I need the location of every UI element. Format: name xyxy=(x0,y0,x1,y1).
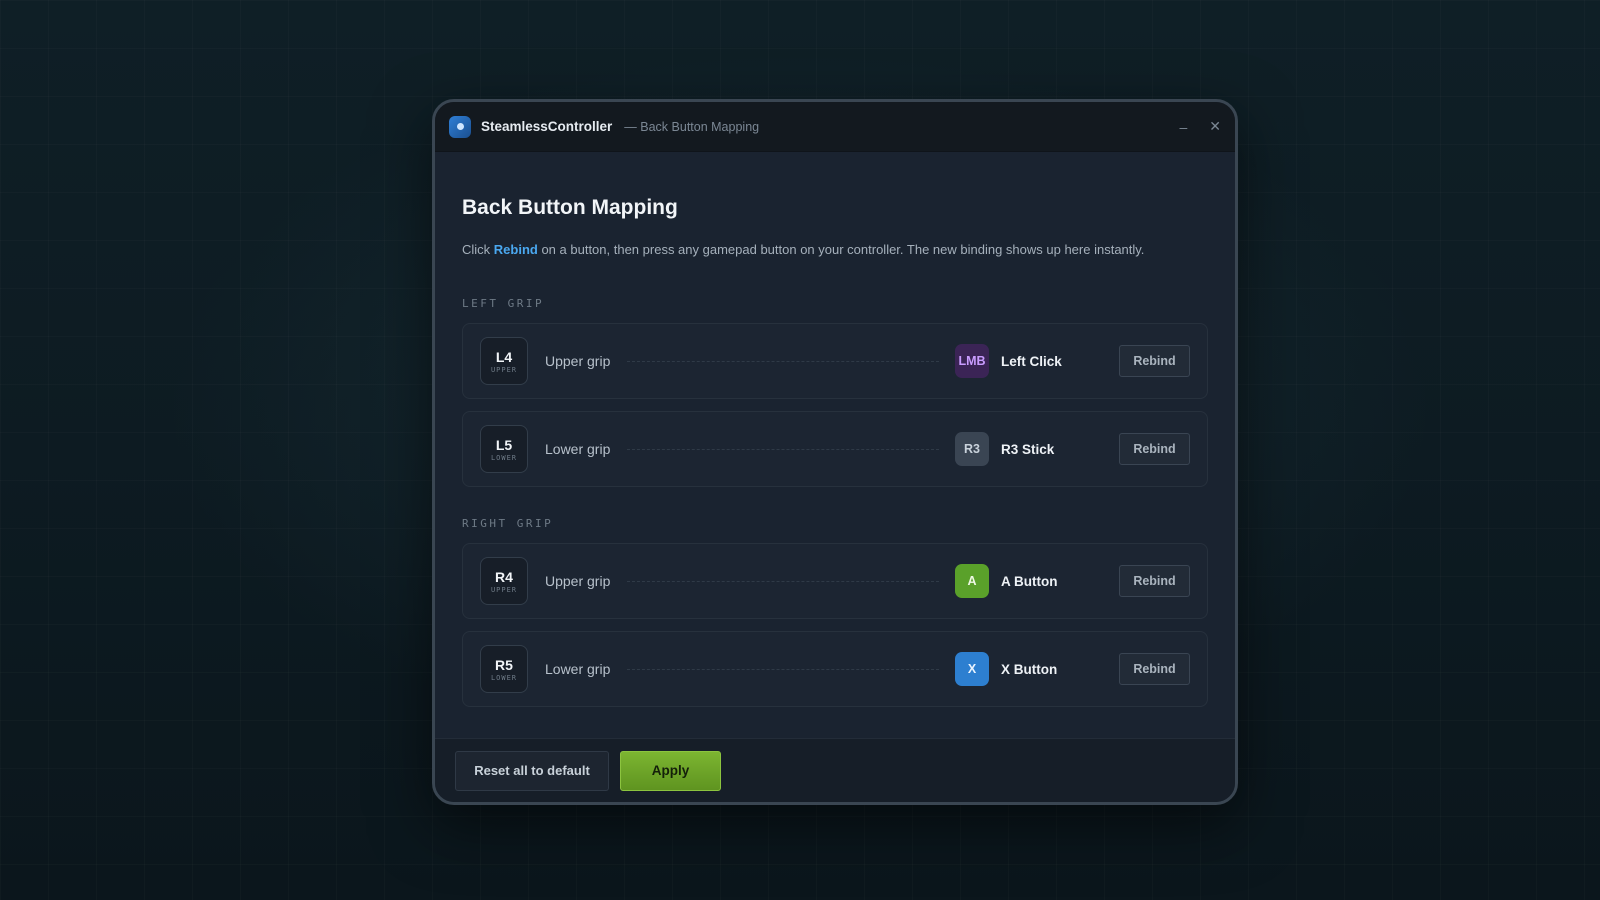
window-subtitle: — Back Button Mapping xyxy=(624,119,760,134)
key-badge: R4 UPPER xyxy=(480,557,528,605)
key-position: LOWER xyxy=(490,673,518,682)
app-window: SteamlessController — Back Button Mappin… xyxy=(432,99,1238,805)
page-title: Back Button Mapping xyxy=(462,196,678,219)
key-name: L5 xyxy=(495,436,513,453)
desc-highlight: Rebind xyxy=(493,242,538,257)
footer-bar: Reset all to default Apply xyxy=(435,738,1235,802)
rebind-button[interactable]: Rebind xyxy=(1119,653,1190,685)
binding-name: X Button xyxy=(1001,661,1058,677)
grip-label: Lower grip xyxy=(545,661,611,677)
dotted-leader xyxy=(627,580,939,582)
grip-label: Upper grip xyxy=(545,573,611,589)
page-description: Click Rebind on a button, then press any… xyxy=(462,242,1208,257)
reset-all-button[interactable]: Reset all to default xyxy=(455,750,609,791)
desc-suffix: on a button, then press any gamepad butt… xyxy=(537,242,1145,257)
window-controls: – ✕ xyxy=(1179,118,1221,135)
minimize-button[interactable]: – xyxy=(1179,119,1187,135)
app-name: SteamlessController xyxy=(481,119,613,134)
mapping-row-r5: R5 LOWER Lower grip X X Button Rebind xyxy=(462,631,1208,707)
binding-badge: R3 xyxy=(955,432,989,466)
mapping-row-l4: L4 UPPER Upper grip LMB Left Click Rebin… xyxy=(462,323,1208,399)
mapping-row-r4: R4 UPPER Upper grip A A Button Rebind xyxy=(462,543,1208,619)
rebind-button[interactable]: Rebind xyxy=(1119,565,1190,597)
mapping-row-l5: L5 LOWER Lower grip R3 R3 Stick Rebind xyxy=(462,411,1208,487)
title-bar: SteamlessController — Back Button Mappin… xyxy=(435,102,1235,152)
main-content: Back Button Mapping Click Rebind on a bu… xyxy=(435,152,1235,707)
desc-prefix: Click xyxy=(462,242,494,257)
section-label-right-grip: RIGHT GRIP xyxy=(462,517,554,530)
binding-badge: X xyxy=(955,652,989,686)
key-badge: R5 LOWER xyxy=(480,645,528,693)
apply-button[interactable]: Apply xyxy=(620,750,721,791)
key-name: R4 xyxy=(495,568,513,585)
app-logo-icon xyxy=(449,115,471,138)
key-name: R5 xyxy=(495,656,513,673)
binding-name: A Button xyxy=(1001,573,1058,589)
grip-label: Lower grip xyxy=(545,441,611,457)
key-badge: L5 LOWER xyxy=(480,425,528,473)
rebind-button[interactable]: Rebind xyxy=(1119,433,1190,465)
binding-badge: A xyxy=(955,564,989,598)
binding-badge: LMB xyxy=(955,344,989,378)
binding-name: Left Click xyxy=(1001,353,1062,369)
key-position: UPPER xyxy=(490,365,518,374)
dotted-leader xyxy=(627,360,939,362)
section-label-left-grip: LEFT GRIP xyxy=(462,297,545,310)
binding-name: R3 Stick xyxy=(1001,441,1055,457)
key-name: L4 xyxy=(495,348,513,365)
key-position: UPPER xyxy=(490,585,518,594)
rebind-button[interactable]: Rebind xyxy=(1119,345,1190,377)
dotted-leader xyxy=(627,668,939,670)
key-position: LOWER xyxy=(490,453,518,462)
key-badge: L4 UPPER xyxy=(480,337,528,385)
grip-label: Upper grip xyxy=(545,353,611,369)
close-button[interactable]: ✕ xyxy=(1209,118,1221,135)
dotted-leader xyxy=(627,448,939,450)
